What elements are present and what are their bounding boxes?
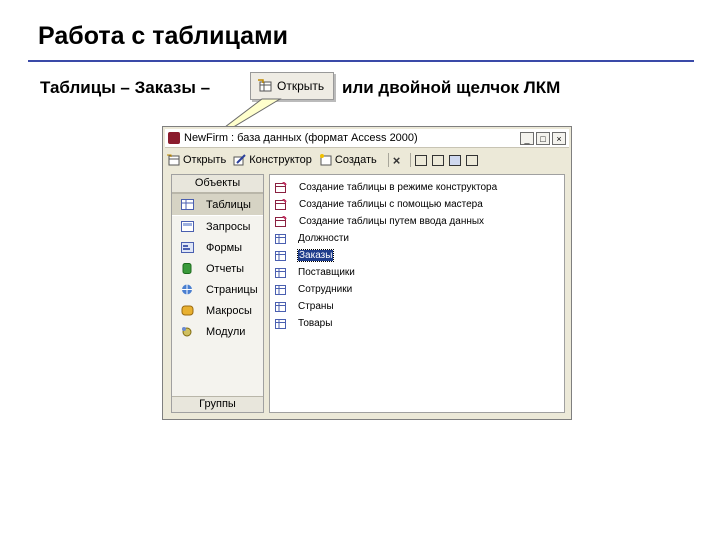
details-view-icon[interactable] bbox=[466, 154, 479, 166]
macros-icon bbox=[181, 305, 194, 316]
table-icon bbox=[275, 318, 286, 329]
forms-icon bbox=[181, 242, 194, 253]
slide-title: Работа с таблицами bbox=[38, 22, 288, 50]
small-icons-view-icon[interactable] bbox=[432, 154, 445, 166]
table-row[interactable]: Сотрудники bbox=[270, 281, 564, 298]
table-icon bbox=[275, 267, 286, 278]
wizard-row[interactable]: Создание таблицы путем ввода данных bbox=[270, 213, 564, 230]
list-view-icon[interactable] bbox=[449, 154, 462, 166]
table-icon bbox=[275, 233, 286, 244]
objects-item-6[interactable]: Макросы bbox=[172, 300, 263, 321]
table-row[interactable]: Заказы bbox=[270, 247, 564, 264]
window-titlebar: NewFirm : база данных (формат Access 200… bbox=[165, 129, 569, 148]
table-icon bbox=[275, 284, 286, 295]
objects-item-3[interactable]: Формы bbox=[172, 237, 263, 258]
database-window: NewFirm : база данных (формат Access 200… bbox=[162, 126, 572, 420]
table-label: Поставщики bbox=[298, 267, 355, 278]
access-app-icon bbox=[168, 132, 180, 144]
table-row[interactable]: Поставщики bbox=[270, 264, 564, 281]
objects-panel: Объекты Таблицы Запросы Формы Отчеты Страниц… bbox=[171, 174, 264, 413]
table-label: Заказы bbox=[296, 249, 335, 262]
object-list: Создание таблицы в режиме конструктора Со… bbox=[269, 174, 565, 413]
table-icon bbox=[275, 301, 286, 312]
table-label: Сотрудники bbox=[298, 284, 353, 295]
subtitle-suffix: или двойной щелчок ЛКМ bbox=[342, 78, 561, 97]
open-button-label: Открыть bbox=[183, 154, 227, 166]
window-title: NewFirm : база данных (формат Access 200… bbox=[184, 132, 418, 144]
toolbar-separator bbox=[410, 153, 412, 167]
objects-item-label: Запросы bbox=[206, 220, 251, 233]
wizard-row[interactable]: Создание таблицы в режиме конструктора bbox=[270, 179, 564, 196]
objects-item-2[interactable]: Запросы bbox=[172, 216, 263, 237]
table-label: Страны bbox=[298, 301, 334, 312]
database-toolbar: Открыть Конструктор Создать × bbox=[167, 151, 567, 169]
objects-header[interactable]: Объекты bbox=[172, 175, 263, 193]
open-button[interactable]: Открыть bbox=[167, 154, 226, 166]
pages-icon bbox=[181, 284, 194, 295]
create-table-wizard-icon bbox=[275, 181, 287, 193]
objects-item-label: Отчеты bbox=[206, 262, 245, 275]
new-object-icon bbox=[319, 154, 332, 166]
table-label: Должности bbox=[298, 233, 350, 244]
wizard-label: Создание таблицы с помощью мастера bbox=[299, 199, 483, 210]
queries-icon bbox=[181, 221, 194, 232]
table-row[interactable]: Товары bbox=[270, 315, 564, 332]
large-icons-view-icon[interactable] bbox=[415, 154, 428, 166]
objects-item-label: Формы bbox=[206, 241, 243, 254]
objects-item-label: Таблицы bbox=[206, 198, 251, 211]
wizard-label: Создание таблицы в режиме конструктора bbox=[299, 182, 498, 193]
toolbar-separator bbox=[387, 153, 389, 167]
open-table-icon bbox=[167, 154, 180, 166]
design-button[interactable]: Конструктор bbox=[233, 154, 312, 166]
table-row[interactable]: Страны bbox=[270, 298, 564, 315]
wizard-label: Создание таблицы путем ввода данных bbox=[299, 216, 485, 227]
open-callout-label: Открыть bbox=[277, 79, 325, 93]
minimize-button[interactable]: _ bbox=[520, 131, 534, 145]
open-table-icon bbox=[257, 79, 273, 93]
open-callout-button[interactable]: Открыть bbox=[250, 72, 334, 100]
wizard-row[interactable]: Создание таблицы с помощью мастера bbox=[270, 196, 564, 213]
create-button[interactable]: Создать bbox=[319, 154, 377, 166]
close-button[interactable]: × bbox=[552, 131, 566, 145]
create-table-wizard-icon bbox=[275, 198, 287, 210]
groups-footer[interactable]: Группы bbox=[172, 396, 263, 412]
objects-item-5[interactable]: Страницы bbox=[172, 279, 263, 300]
modules-icon bbox=[181, 326, 194, 337]
create-button-label: Создать bbox=[334, 154, 377, 166]
design-view-icon bbox=[233, 154, 246, 166]
title-divider bbox=[28, 60, 694, 62]
design-button-label: Конструктор bbox=[249, 154, 312, 166]
subtitle-prefix: Таблицы – Заказы – bbox=[40, 78, 211, 97]
reports-icon bbox=[181, 263, 194, 274]
table-label: Товары bbox=[298, 318, 333, 329]
objects-item-4[interactable]: Отчеты bbox=[172, 258, 263, 279]
maximize-button[interactable]: □ bbox=[536, 131, 550, 145]
objects-item-label: Макросы bbox=[206, 304, 252, 317]
table-row[interactable]: Должности bbox=[270, 230, 564, 247]
create-table-wizard-icon bbox=[275, 215, 287, 227]
objects-item-1[interactable]: Таблицы bbox=[172, 193, 263, 216]
table-icon bbox=[275, 250, 286, 261]
delete-icon[interactable]: × bbox=[393, 153, 401, 168]
objects-item-label: Страницы bbox=[206, 283, 258, 296]
objects-item-7[interactable]: Модули bbox=[172, 321, 263, 342]
tables-icon bbox=[181, 199, 194, 210]
objects-item-label: Модули bbox=[206, 325, 246, 338]
